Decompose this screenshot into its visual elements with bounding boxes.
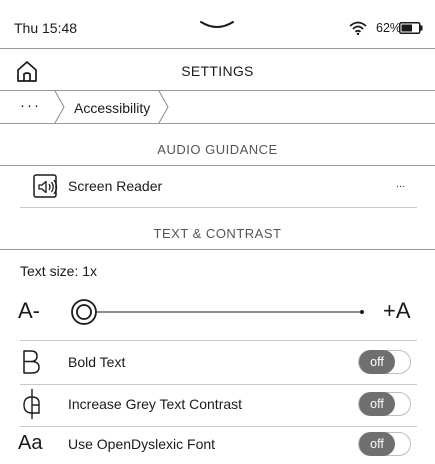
text-size-slider[interactable] — [64, 296, 374, 328]
grey-contrast-toggle[interactable]: off — [358, 392, 411, 416]
toggle-state: off — [359, 350, 395, 374]
text-size-label: Text size: 1x — [20, 263, 98, 279]
battery-icon — [399, 22, 423, 34]
page-title: SETTINGS — [181, 63, 254, 79]
grey-contrast-row[interactable]: Increase Grey Text Contrast off — [0, 384, 435, 424]
opendyslexic-label: Use OpenDyslexic Font — [68, 436, 216, 452]
breadcrumb-separator-icon — [54, 91, 65, 123]
status-bar: Thu 15:48 62% — [0, 0, 435, 48]
screen-reader-label: Screen Reader — [68, 178, 163, 194]
divider — [0, 123, 435, 124]
contrast-icon — [23, 389, 40, 419]
breadcrumb-separator-icon — [158, 91, 169, 123]
breadcrumb — [0, 91, 435, 123]
increase-text-size-button[interactable]: +A — [383, 298, 411, 324]
toggle-state: off — [359, 392, 395, 416]
bold-text-row[interactable]: Bold Text off — [0, 342, 435, 382]
screen-reader-icon — [33, 174, 58, 198]
slider-thumb[interactable] — [71, 299, 97, 325]
pull-down-handle-icon[interactable] — [199, 20, 235, 32]
section-header-audio-guidance: AUDIO GUIDANCE — [157, 142, 278, 157]
opendyslexic-toggle[interactable]: off — [358, 432, 411, 456]
screen-reader-row[interactable] — [0, 167, 435, 207]
wifi-icon — [349, 21, 367, 35]
breadcrumb-more-button[interactable]: ··· — [20, 97, 41, 114]
grey-contrast-label: Increase Grey Text Contrast — [68, 396, 243, 412]
slider-end-marker — [360, 310, 364, 314]
breadcrumb-current[interactable]: Accessibility — [74, 100, 150, 116]
bold-text-icon — [23, 350, 40, 374]
divider — [0, 165, 435, 166]
battery-percentage: 62% — [376, 21, 402, 35]
divider — [20, 340, 417, 341]
divider — [0, 48, 435, 49]
bold-text-label: Bold Text — [68, 354, 126, 370]
screen-reader-more-button[interactable]: ... — [396, 178, 405, 190]
divider — [0, 249, 435, 250]
section-header-text-contrast: TEXT & CONTRAST — [153, 226, 282, 241]
decrease-text-size-button[interactable]: A- — [18, 298, 40, 324]
opendyslexic-row[interactable]: Aa Use OpenDyslexic Font off — [0, 424, 435, 464]
bold-text-toggle[interactable]: off — [358, 350, 411, 374]
status-time: Thu 15:48 — [14, 20, 78, 36]
toggle-state: off — [359, 432, 395, 456]
font-icon: Aa — [18, 432, 43, 454]
divider — [20, 207, 417, 208]
